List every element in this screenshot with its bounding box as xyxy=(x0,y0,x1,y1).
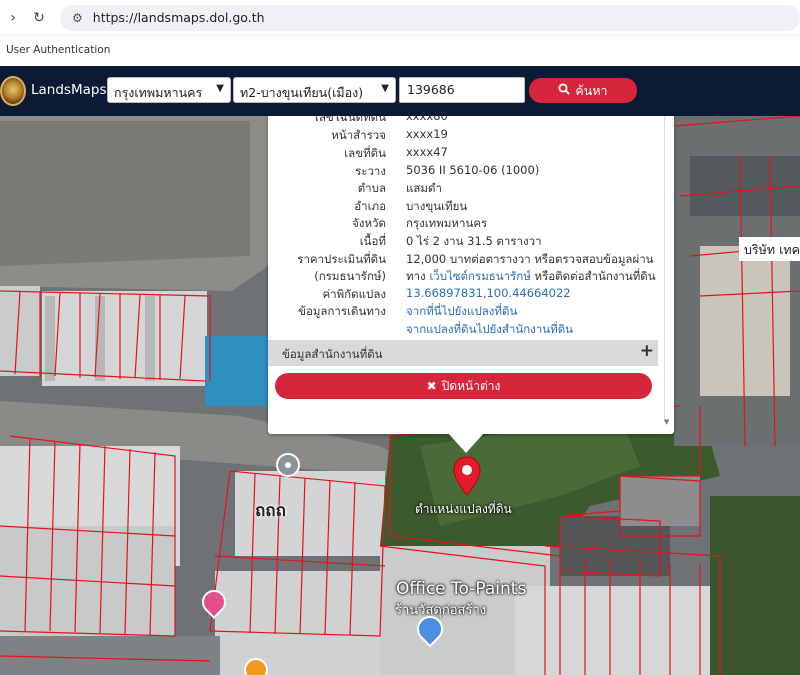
info-label: ค่าพิกัดแปลง xyxy=(322,287,386,301)
info-row-map-sheet: ระวาง 5036 II 5610-06 (1000) xyxy=(268,163,658,181)
info-row-district: อำเภอ บางขุนเทียน xyxy=(268,198,658,216)
info-label: ราคาประเมินที่ดิน xyxy=(297,252,386,266)
parcel-location-label: ตำแหน่งแปลงที่ดิน xyxy=(415,502,512,516)
info-label: เลขโฉนดที่ดิน xyxy=(314,116,386,124)
info-label: เลขที่ดิน xyxy=(344,146,386,160)
search-icon xyxy=(558,83,571,98)
info-value: xxxx80 xyxy=(406,116,448,123)
info-value-prefix: ทาง xyxy=(406,269,430,283)
info-value: 0 ไร่ 2 งาน 31.5 ตารางวา xyxy=(406,234,542,248)
info-row-deed-number: เลขโฉนดที่ดิน xxxx80 xyxy=(268,116,658,127)
company-label: บริษัท เทค xyxy=(739,237,800,261)
search-button[interactable]: ค้นหา xyxy=(529,78,637,103)
poi-office-thai-label: ร้านวัสดุก่อสร้าง xyxy=(395,603,487,618)
forward-icon[interactable]: › xyxy=(0,10,26,26)
info-row-appraisal: ราคาประเมินที่ดิน 12,000 บาทต่อตารางวา ห… xyxy=(268,251,658,269)
info-value: xxxx19 xyxy=(406,127,448,141)
popup-pointer xyxy=(448,433,484,453)
scrollbar-thumb[interactable] xyxy=(664,116,672,422)
info-row-treasury: (กรมธนารักษ์) ทาง เว็บไซต์กรมธนารักษ์ หร… xyxy=(268,268,658,286)
parcel-info-list: เลขโฉนดที่ดิน xxxx80 หน้าสำรวจ xxxx19 เล… xyxy=(268,116,658,338)
plus-icon[interactable]: + xyxy=(640,341,654,361)
parcel-marker-icon[interactable] xyxy=(453,456,481,496)
info-row-land-number: เลขที่ดิน xxxx47 xyxy=(268,145,658,163)
info-label: ตำบล xyxy=(357,181,386,195)
browser-address-bar: › ↻ ⚙ https://landsmaps.dol.go.th xyxy=(0,0,800,36)
parcel-info-popup: เลขโฉนดที่ดิน xxxx80 หน้าสำรวจ xxxx19 เล… xyxy=(268,116,674,434)
scroll-down-arrow-icon[interactable]: ▼ xyxy=(664,418,669,426)
coordinates-link[interactable]: 13.66897831,100.44664022 xyxy=(406,286,571,300)
site-settings-icon[interactable]: ⚙ xyxy=(72,11,83,25)
place-label: ถถถ xyxy=(255,501,286,521)
info-row-travel-office: จากแปลงที่ดินไปยังสำนักงานที่ดิน xyxy=(268,321,658,338)
info-value: xxxx47 xyxy=(406,145,448,159)
info-value: 12,000 บาทต่อตารางวา หรือตรวจสอบข้อมูลผ่… xyxy=(406,252,654,266)
info-value: ทาง เว็บไซต์กรมธนารักษ์ หรือติดต่อสำนักง… xyxy=(406,268,656,286)
parcel-number-input[interactable]: 139686 xyxy=(399,77,525,103)
info-label: อำเภอ xyxy=(354,199,386,213)
info-label: จังหวัด xyxy=(352,216,386,230)
app-name: LandsMaps xyxy=(31,82,107,98)
info-value-suffix: หรือติดต่อสำนักงานที่ดิน xyxy=(530,269,656,283)
info-row-province: จังหวัด กรุงเทพมหานคร xyxy=(268,215,658,233)
district-select[interactable]: ท2-บางขุนเทียน(เมือง) ▼ xyxy=(233,77,396,103)
info-row-subdistrict: ตำบล แสมดำ xyxy=(268,180,658,198)
close-window-label: ปิดหน้าต่าง xyxy=(441,378,501,393)
info-value: กรุงเทพมหานคร xyxy=(406,216,488,230)
province-select-value: กรุงเทพมหานคร xyxy=(114,85,203,100)
land-office-section-toggle[interactable]: ข้อมูลสำนักงานที่ดิน + xyxy=(268,340,658,366)
district-select-value: ท2-บางขุนเทียน(เมือง) xyxy=(240,85,364,100)
info-label: ข้อมูลการเดินทาง xyxy=(298,304,386,318)
close-window-button[interactable]: ✖ ปิดหน้าต่าง xyxy=(275,373,652,399)
reload-icon[interactable]: ↻ xyxy=(26,10,52,26)
info-value: 5036 II 5610-06 (1000) xyxy=(406,163,540,177)
info-row-coordinates: ค่าพิกัดแปลง 13.66897831,100.44664022 xyxy=(268,286,658,304)
info-value: แสมดำ xyxy=(406,181,442,195)
info-label: (กรมธนารักษ์) xyxy=(314,269,386,283)
app-header: LandsMaps กรุงเทพมหานคร ▼ ท2-บางขุนเทียน… xyxy=(0,66,800,116)
info-value: บางขุนเทียน xyxy=(406,199,468,213)
close-icon: ✖ xyxy=(426,379,437,393)
popup-scrollbar[interactable]: ▼ xyxy=(663,116,674,434)
bookmark-user-authentication[interactable]: User Authentication xyxy=(6,44,110,56)
info-row-area: เนื้อที่ 0 ไร่ 2 งาน 31.5 ตารางวา xyxy=(268,233,658,251)
chevron-down-icon: ▼ xyxy=(381,83,389,94)
treasury-website-link[interactable]: เว็บไซต์กรมธนารักษ์ xyxy=(429,269,531,283)
search-button-label: ค้นหา xyxy=(575,82,608,98)
url-text: https://landsmaps.dol.go.th xyxy=(92,10,265,25)
province-select[interactable]: กรุงเทพมหานคร ▼ xyxy=(107,77,231,103)
section-title: ข้อมูลสำนักงานที่ดิน xyxy=(282,347,383,361)
directions-to-office-link[interactable]: จากแปลงที่ดินไปยังสำนักงานที่ดิน xyxy=(406,321,573,338)
info-label: เนื้อที่ xyxy=(359,234,386,248)
map-place-pin[interactable] xyxy=(276,453,300,477)
url-field[interactable]: ⚙ https://landsmaps.dol.go.th xyxy=(60,4,800,31)
info-label: หน้าสำรวจ xyxy=(331,128,386,142)
poi-office-label: Office To-Paints xyxy=(396,579,527,599)
dol-logo xyxy=(0,76,26,106)
info-label: ระวาง xyxy=(355,164,386,178)
bookmarks-bar: User Authentication xyxy=(0,36,800,66)
directions-to-parcel-link[interactable]: จากที่นี่ไปยังแปลงที่ดิน xyxy=(406,303,517,321)
info-row-survey-page: หน้าสำรวจ xxxx19 xyxy=(268,127,658,145)
pin-dot-icon xyxy=(285,462,291,468)
chevron-down-icon: ▼ xyxy=(216,83,224,94)
info-row-travel: ข้อมูลการเดินทาง จากที่นี่ไปยังแปลงที่ดิ… xyxy=(268,303,658,321)
food-pin-icon[interactable] xyxy=(244,658,268,675)
